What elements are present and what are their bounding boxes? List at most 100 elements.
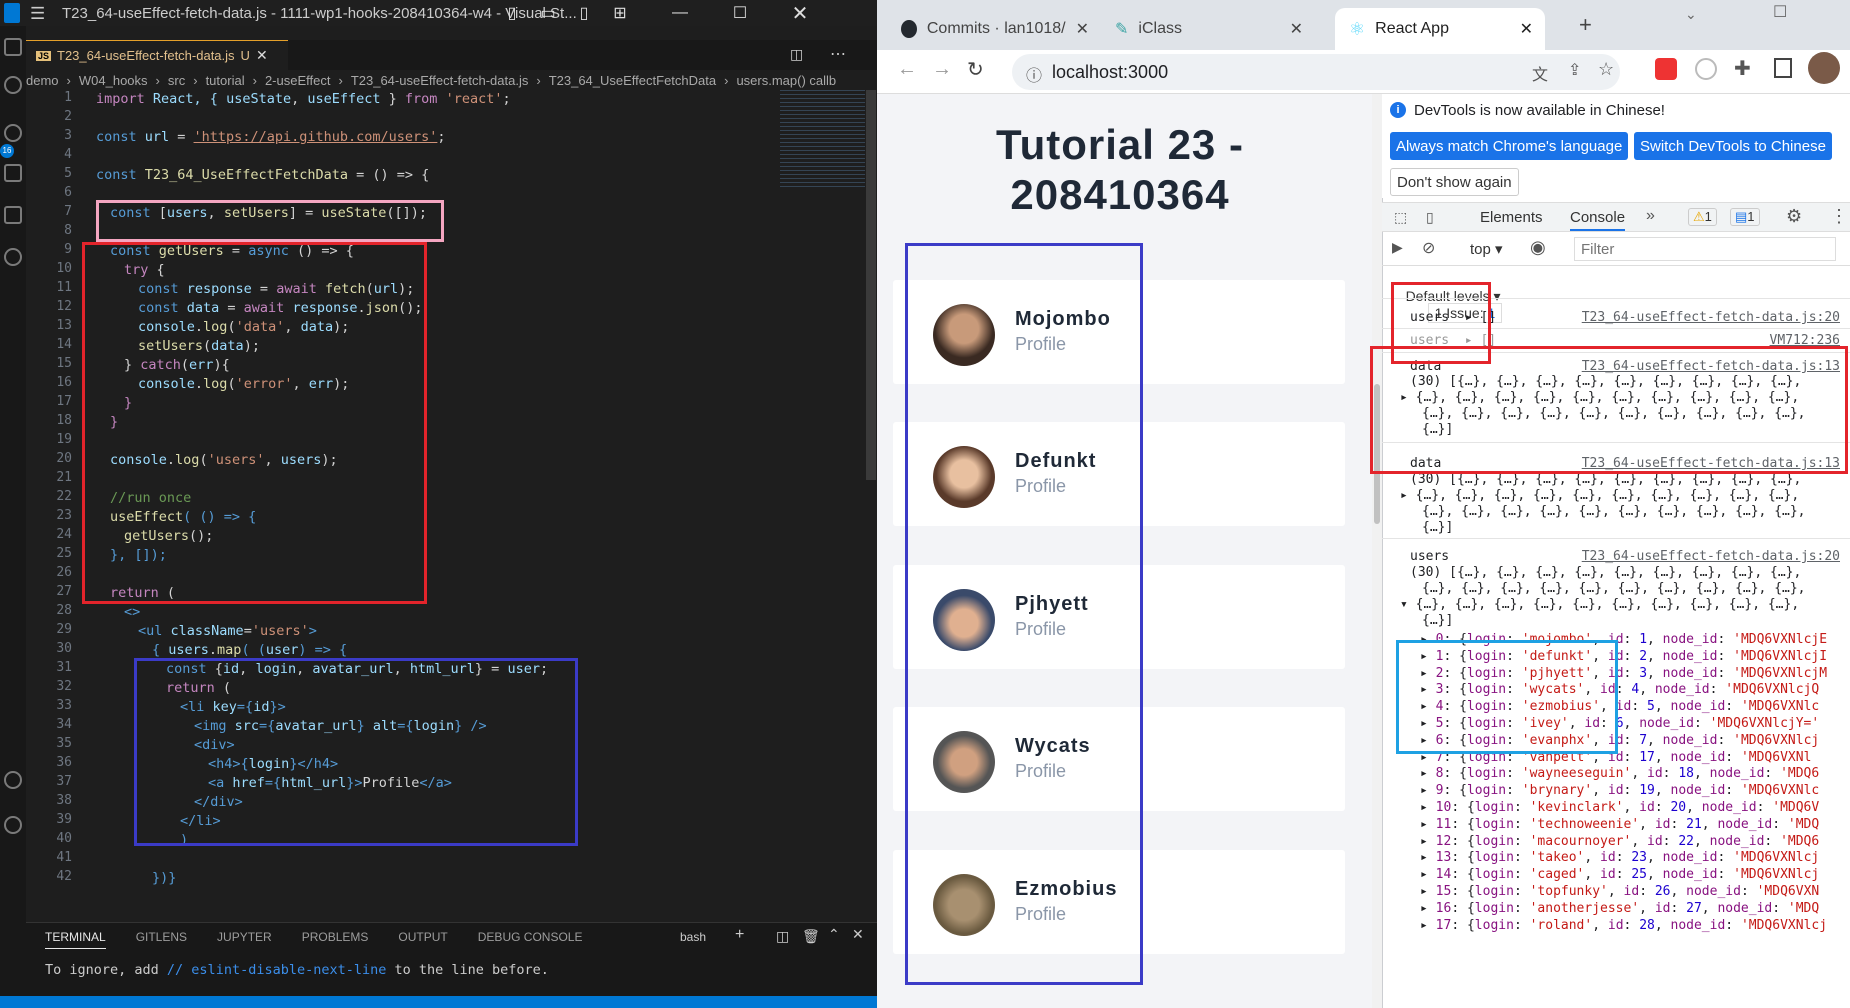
tab-console[interactable]: Console xyxy=(1570,209,1626,231)
share-icon[interactable]: ⇪ xyxy=(1568,60,1581,80)
maximize-icon[interactable]: ☐ xyxy=(720,0,760,26)
close-window-icon[interactable]: ✕ xyxy=(780,0,820,26)
close-tab-icon[interactable]: ✕ xyxy=(1520,19,1545,39)
console-array-item[interactable]: ▸ 10: {login: 'kevinclark', id: 20, node… xyxy=(1382,800,1850,815)
console-array-item[interactable]: ▸ 17: {login: 'roland', id: 28, node_id:… xyxy=(1382,918,1850,933)
bookmark-star-icon[interactable]: ☆ xyxy=(1598,59,1614,80)
close-tab-icon[interactable]: ✕ xyxy=(256,47,268,64)
breadcrumb-item[interactable]: src xyxy=(168,73,185,88)
extensions-puzzle-icon[interactable]: ✚ xyxy=(1734,56,1751,81)
more-tabs-icon[interactable]: » xyxy=(1646,207,1655,225)
warning-icon: ⚠ xyxy=(1693,209,1705,224)
breadcrumb-item[interactable]: demo xyxy=(26,73,59,88)
close-tab-icon[interactable]: ✕ xyxy=(1076,19,1097,39)
tab-terminal[interactable]: TERMINAL xyxy=(45,930,106,949)
extension-icon[interactable] xyxy=(1695,58,1717,80)
split-terminal-icon[interactable]: ◫ xyxy=(776,928,789,945)
breadcrumb-item[interactable]: 2-useEffect xyxy=(265,73,331,88)
terminal-output[interactable]: To ignore, add // eslint-disable-next-li… xyxy=(45,962,549,978)
console-array-item[interactable]: ▸ 13: {login: 'takeo', id: 23, node_id: … xyxy=(1382,850,1850,865)
device-toolbar-icon[interactable]: ▯ xyxy=(1426,209,1434,226)
search-icon[interactable] xyxy=(4,76,22,94)
page-scrollbar[interactable] xyxy=(1372,94,1382,1008)
messages-badge[interactable]: ▤1 xyxy=(1730,208,1760,226)
editor-minimap[interactable] xyxy=(780,90,865,190)
translate-icon[interactable]: 文 xyxy=(1532,61,1548,85)
console-array-item[interactable]: ▸ 8: {login: 'wayneeseguin', id: 18, nod… xyxy=(1382,766,1850,781)
explorer-icon[interactable] xyxy=(4,38,22,56)
layout-secondary-icon[interactable]: ▯ xyxy=(564,0,604,26)
tab-elements[interactable]: Elements xyxy=(1480,209,1543,226)
terminal-shell-label[interactable]: bash xyxy=(680,930,706,944)
highlight-box-user-list xyxy=(905,243,1143,985)
close-tab-icon[interactable]: ✕ xyxy=(1290,19,1311,39)
forward-icon[interactable]: → xyxy=(932,58,952,81)
browser-tab[interactable]: Commits · lan1018/ ✕ xyxy=(887,8,1097,50)
console-filter-input[interactable] xyxy=(1574,237,1836,261)
avatar[interactable] xyxy=(1808,52,1840,84)
line-number: 31 xyxy=(56,660,72,675)
more-actions-icon[interactable]: ⋯ xyxy=(830,44,846,64)
customize-layout-icon[interactable]: ⊞ xyxy=(600,0,640,26)
new-tab-icon[interactable]: + xyxy=(1579,12,1592,38)
extensions-icon[interactable] xyxy=(4,206,22,224)
address-bar[interactable]: ⓘ localhost:3000 文 ⇪ ☆ xyxy=(1012,54,1620,90)
context-select[interactable]: top ▾ xyxy=(1470,240,1503,258)
breadcrumb-item[interactable]: users.map() callb xyxy=(736,73,836,88)
breadcrumb-item[interactable]: tutorial xyxy=(206,73,245,88)
extension-icon[interactable] xyxy=(1655,58,1677,80)
new-terminal-icon[interactable]: + xyxy=(735,926,744,944)
editor-scrollbar[interactable] xyxy=(866,90,876,480)
console-array-item[interactable]: ▸ 16: {login: 'anotherjesse', id: 27, no… xyxy=(1382,901,1850,916)
back-icon[interactable]: ← xyxy=(897,58,917,81)
console-log-entry[interactable]: users T23_64-useEffect-fetch-data.js:20 xyxy=(1382,549,1850,564)
tab-output[interactable]: OUTPUT xyxy=(398,930,447,949)
console-array-item[interactable]: ▸ 9: {login: 'brynary', id: 19, node_id:… xyxy=(1382,783,1850,798)
layout-panel-icon[interactable]: ▭ xyxy=(528,0,568,26)
line-number: 15 xyxy=(56,356,72,371)
restore-window-icon[interactable]: ☐ xyxy=(1773,2,1787,22)
clear-console-icon[interactable]: ⊘ xyxy=(1422,238,1435,258)
breadcrumb-item[interactable]: W04_hooks xyxy=(79,73,148,88)
switch-chinese-button[interactable]: Switch DevTools to Chinese xyxy=(1634,132,1832,160)
match-language-button[interactable]: Always match Chrome's language xyxy=(1390,132,1629,160)
tab-jupyter[interactable]: JUPYTER xyxy=(217,930,272,949)
run-debug-icon[interactable] xyxy=(4,164,22,182)
breadcrumb-item[interactable]: T23_64_UseEffectFetchData xyxy=(549,73,716,88)
sidebar-toggle-icon[interactable]: ▶ xyxy=(1392,239,1403,256)
layout-sidebar-icon[interactable]: ▯ xyxy=(492,0,532,26)
tab-gitlens[interactable]: GITLENS xyxy=(136,930,187,949)
editor-tab-active[interactable]: JS T23_64-useEffect-fetch-data.js U ✕ xyxy=(26,40,288,70)
account-icon[interactable] xyxy=(4,771,22,789)
breadcrumb-item[interactable]: T23_64-useEffect-fetch-data.js xyxy=(351,73,529,88)
side-panel-icon[interactable] xyxy=(1774,58,1792,78)
eye-icon[interactable]: ◉ xyxy=(1530,237,1546,258)
tab-search-icon[interactable]: ⌄ xyxy=(1685,6,1697,23)
page-title: Tutorial 23 - 208410364 xyxy=(996,121,1244,218)
console-array-item[interactable]: ▸ 11: {login: 'technoweenie', id: 21, no… xyxy=(1382,817,1850,832)
browser-tab[interactable]: ✎ iClass ✕ xyxy=(1101,8,1311,50)
dont-show-again-button[interactable]: Don't show again xyxy=(1390,168,1519,196)
close-panel-icon[interactable]: ✕ xyxy=(852,926,864,943)
maximize-panel-icon[interactable]: ⌃ xyxy=(828,926,840,943)
warnings-badge[interactable]: ⚠1 xyxy=(1688,208,1717,226)
minimize-icon[interactable]: — xyxy=(660,0,700,26)
settings-gear-icon[interactable] xyxy=(4,816,22,834)
browser-tab-active[interactable]: ⚛ React App ✕ xyxy=(1335,8,1545,50)
console-array-item[interactable]: ▸ 15: {login: 'topfunky', id: 26, node_i… xyxy=(1382,884,1850,899)
console-array-item[interactable]: ▸ 14: {login: 'caged', id: 25, node_id: … xyxy=(1382,867,1850,882)
remote-icon[interactable] xyxy=(4,248,22,266)
tab-problems[interactable]: PROBLEMS xyxy=(302,930,369,949)
line-number: 26 xyxy=(56,565,72,580)
more-options-icon[interactable]: ⋮ xyxy=(1830,206,1848,227)
settings-gear-icon[interactable]: ⚙ xyxy=(1786,206,1802,227)
console-array-item[interactable]: ▸ 12: {login: 'macournoyer', id: 22, nod… xyxy=(1382,834,1850,849)
tab-debug-console[interactable]: DEBUG CONSOLE xyxy=(478,930,583,949)
split-editor-icon[interactable]: ◫ xyxy=(790,46,803,63)
menu-icon[interactable]: ☰ xyxy=(30,4,45,24)
source-control-icon[interactable] xyxy=(4,124,22,142)
trash-icon[interactable]: 🗑 xyxy=(802,928,820,945)
reload-icon[interactable]: ↻ xyxy=(967,57,984,82)
line-number: 7 xyxy=(64,204,72,219)
inspect-element-icon[interactable]: ⬚ xyxy=(1394,209,1407,226)
